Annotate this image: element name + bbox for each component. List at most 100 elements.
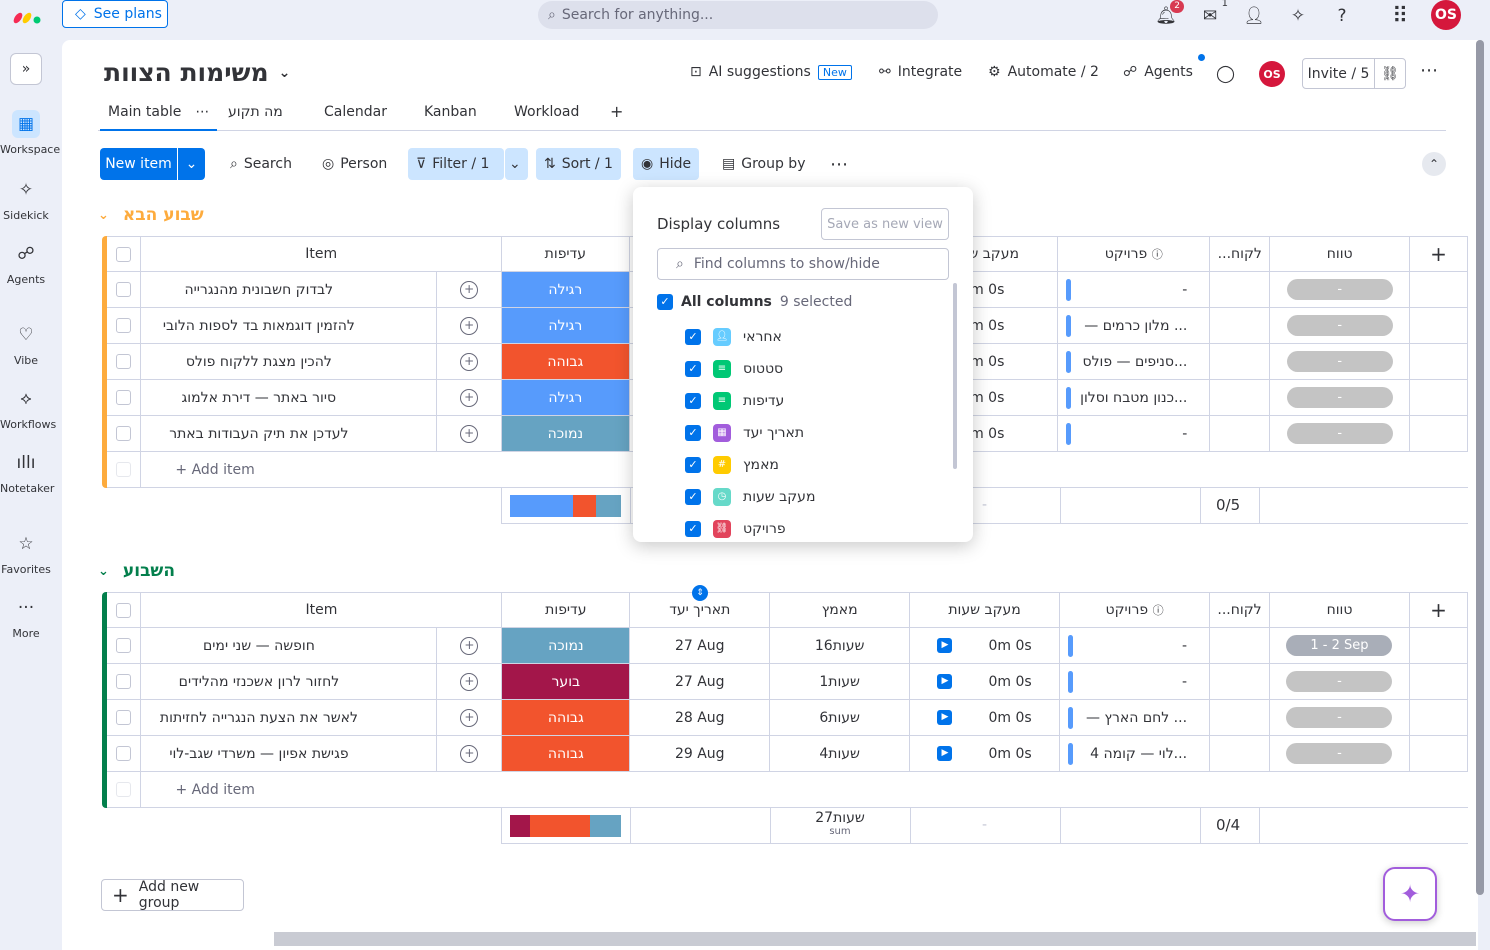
filter-button[interactable]: ⊽ Filter / 1 bbox=[408, 148, 504, 180]
more-toolbar-icon[interactable]: ⋯ bbox=[822, 148, 856, 180]
tab-kanban[interactable]: Kanban bbox=[424, 104, 477, 120]
item-name[interactable]: להזמין דוגמאות בד לספות הלובי bbox=[140, 307, 438, 344]
client-cell[interactable] bbox=[1209, 699, 1271, 736]
column-option[interactable]: ✓ # מאמץ bbox=[685, 456, 779, 474]
col-header-item[interactable]: Item bbox=[140, 592, 503, 628]
expand-sidebar-button[interactable]: » bbox=[10, 53, 42, 85]
search-button[interactable]: ⌕ Search bbox=[222, 148, 300, 180]
project-cell[interactable]: ... מלון כרמים — bbox=[1057, 307, 1211, 344]
group-title-next-week[interactable]: ⌄ שבוע הבא bbox=[98, 205, 204, 225]
tab-stuck[interactable]: מה תקוע bbox=[228, 104, 283, 120]
group-by-button[interactable]: ▤ Group by bbox=[714, 148, 813, 180]
timeline-cell[interactable]: - bbox=[1269, 271, 1411, 308]
sidebar-item-vibe[interactable]: ♡ Vibe bbox=[0, 321, 52, 367]
see-plans-button[interactable]: ◇ See plans bbox=[62, 0, 168, 28]
timeline-cell[interactable]: - bbox=[1269, 343, 1411, 380]
updates-chat-icon[interactable]: ◯ bbox=[1216, 64, 1235, 84]
priority-cell[interactable]: גבוהה bbox=[501, 343, 630, 380]
project-cell[interactable]: ...לוי — קומה 4 bbox=[1059, 735, 1211, 772]
monday-logo[interactable] bbox=[12, 5, 44, 25]
item-name[interactable]: חופשה — שני ימים bbox=[140, 627, 438, 664]
add-update-icon[interactable]: + bbox=[436, 343, 503, 380]
col-header-item[interactable]: Item bbox=[140, 236, 503, 272]
play-icon[interactable]: ▶ bbox=[937, 638, 953, 653]
add-update-icon[interactable]: + bbox=[436, 271, 503, 308]
table-row[interactable]: חופשה — שני ימים + נמוכה 27 Aug 16שעות ▶… bbox=[107, 627, 1469, 664]
add-update-icon[interactable]: + bbox=[436, 307, 503, 344]
vertical-scrollbar[interactable] bbox=[1476, 40, 1484, 895]
timeline-cell[interactable]: - bbox=[1269, 663, 1410, 700]
person-filter-button[interactable]: ◎ Person bbox=[314, 148, 395, 180]
group-title-this-week[interactable]: ⌄ השבוע bbox=[98, 561, 175, 581]
client-cell[interactable] bbox=[1209, 735, 1271, 772]
project-cell[interactable]: ...כנון מטבח וסלון bbox=[1057, 379, 1211, 416]
agents-button[interactable]: ☍ Agents bbox=[1123, 64, 1193, 80]
save-as-new-view-button[interactable]: Save as new view bbox=[821, 208, 949, 240]
client-cell[interactable] bbox=[1209, 627, 1271, 664]
tab-menu-icon[interactable]: ⋯ bbox=[195, 104, 209, 120]
add-update-icon[interactable]: + bbox=[436, 699, 503, 736]
col-header-priority[interactable]: עדיפות bbox=[501, 592, 631, 628]
sidebar-item-more[interactable]: ··· More bbox=[0, 594, 52, 640]
app-grid-icon[interactable]: ⠿ bbox=[1388, 4, 1412, 29]
add-column-button[interactable]: + bbox=[1409, 236, 1468, 272]
add-update-icon[interactable]: + bbox=[436, 627, 503, 664]
priority-cell[interactable]: גבוהה bbox=[501, 699, 631, 736]
priority-cell[interactable]: נמוכה bbox=[501, 415, 630, 452]
timeline-cell[interactable]: - bbox=[1269, 415, 1411, 452]
sidebar-item-favorites[interactable]: ☆ Favorites bbox=[0, 530, 52, 576]
collapse-header-icon[interactable]: ⌃ bbox=[1422, 152, 1446, 176]
bell-icon[interactable]: 🔔︎ 2 bbox=[1154, 0, 1184, 28]
priority-cell[interactable]: רגילה bbox=[501, 307, 630, 344]
user-avatar[interactable]: OS bbox=[1431, 0, 1461, 30]
timeline-cell[interactable]: - bbox=[1269, 307, 1411, 344]
board-menu-icon[interactable]: ⋯ bbox=[1420, 60, 1438, 81]
client-cell[interactable] bbox=[1209, 307, 1271, 344]
column-option[interactable]: ✓ ▦ תאריך יעד bbox=[685, 424, 804, 442]
invite-member-icon[interactable]: 👤︎ bbox=[1242, 4, 1266, 28]
project-cell[interactable]: ... לחם הארץ — bbox=[1059, 699, 1211, 736]
select-all-checkbox[interactable] bbox=[116, 246, 132, 262]
effort-cell[interactable]: 1שעות bbox=[769, 663, 911, 700]
row-checkbox[interactable] bbox=[116, 318, 132, 333]
ai-sidekick-fab[interactable]: ✦ bbox=[1383, 867, 1437, 921]
add-column-button[interactable]: + bbox=[1409, 592, 1469, 628]
column-option[interactable]: ✓ ◷ מעקב שעות bbox=[685, 488, 815, 506]
col-header-time[interactable]: מעקב שעות bbox=[909, 592, 1061, 628]
add-item-input[interactable]: + Add item bbox=[140, 771, 1468, 808]
chevron-down-icon[interactable]: ⌄ bbox=[177, 148, 205, 180]
effort-cell[interactable]: 6שעות bbox=[769, 699, 911, 736]
integrate-button[interactable]: ⚯ Integrate bbox=[879, 64, 962, 80]
add-new-group-button[interactable]: + Add new group bbox=[101, 879, 244, 911]
board-avatar[interactable]: OS bbox=[1259, 61, 1285, 87]
project-cell[interactable]: - bbox=[1057, 415, 1211, 452]
invite-button[interactable]: Invite / 5 bbox=[1303, 59, 1375, 88]
col-header-effort[interactable]: מאמץ bbox=[769, 592, 911, 628]
table-row[interactable]: פגישת אפיון — משרדי שגב-לוי + גבוהה 29 A… bbox=[107, 735, 1469, 772]
column-option[interactable]: ✓ ⛓ פרויקט bbox=[685, 520, 786, 538]
col-header-project[interactable]: פרויקט ⓘ bbox=[1057, 236, 1211, 272]
effort-cell[interactable]: 16שעות bbox=[769, 627, 911, 664]
apps-puzzle-icon[interactable]: ✧ bbox=[1286, 4, 1310, 28]
tab-workload[interactable]: Workload bbox=[514, 104, 579, 120]
row-checkbox[interactable] bbox=[116, 354, 132, 369]
select-all-checkbox[interactable] bbox=[116, 602, 132, 618]
table-row[interactable]: לאשר את הצעת הנגרייה לחזיתות + גבוהה 28 … bbox=[107, 699, 1469, 736]
project-cell[interactable]: - bbox=[1057, 271, 1211, 308]
sidebar-item-notetaker[interactable]: ıllı Notetaker bbox=[0, 449, 54, 495]
priority-cell[interactable]: בוער bbox=[501, 663, 631, 700]
sidebar-item-agents[interactable]: ☍ Agents bbox=[0, 240, 52, 286]
play-icon[interactable]: ▶ bbox=[937, 674, 953, 689]
global-search-input[interactable]: ⌕ Search for anything... bbox=[538, 1, 938, 29]
add-update-icon[interactable]: + bbox=[436, 415, 503, 452]
time-tracking-cell[interactable]: ▶ 0m 0s bbox=[909, 663, 1061, 700]
sidebar-item-workspace[interactable]: ▦ Workspace bbox=[0, 110, 60, 156]
timeline-cell[interactable]: - bbox=[1269, 379, 1411, 416]
item-name[interactable]: לעדכן את תיק העבודות באתר bbox=[140, 415, 438, 452]
add-view-button[interactable]: + bbox=[610, 102, 623, 121]
client-cell[interactable] bbox=[1209, 663, 1271, 700]
col-header-timeline[interactable]: טווח bbox=[1269, 236, 1411, 272]
new-item-button[interactable]: New item ⌄ bbox=[100, 148, 205, 180]
col-header-client[interactable]: ...לקוח bbox=[1209, 592, 1271, 628]
sidebar-item-workflows[interactable]: ⟡ Workflows bbox=[0, 385, 56, 431]
